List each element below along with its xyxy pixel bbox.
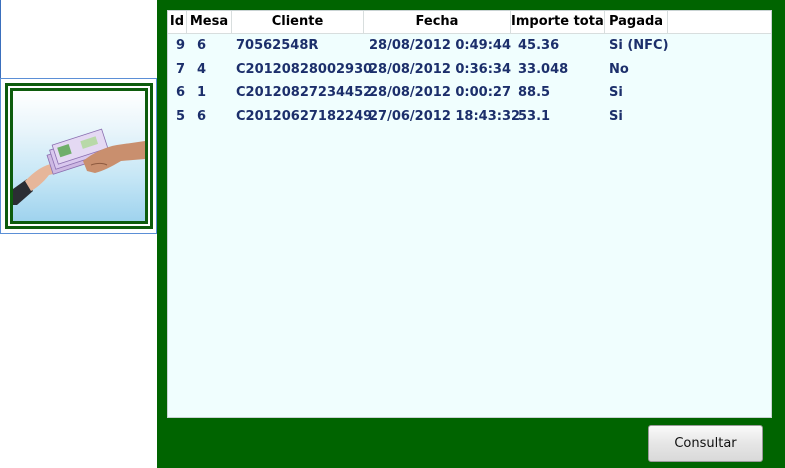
payment-tile-frame: [5, 83, 153, 229]
table-row[interactable]: 7 4 C20120828002930 28/08/2012 0:36:34 3…: [168, 58, 771, 82]
cell-pagada: Si (NFC): [609, 38, 669, 53]
cell-fecha: 28/08/2012 0:36:34: [369, 61, 512, 77]
orders-table[interactable]: Id Mesa Cliente Fecha Importe total Paga…: [167, 10, 772, 418]
money-handover-icon: [13, 91, 145, 221]
cell-fecha: 28/08/2012 0:00:27: [369, 85, 512, 100]
cell-fecha: 27/06/2012 18:43:32: [369, 108, 521, 124]
cell-pagada: No: [609, 61, 629, 77]
cell-cliente: C20120828002930: [236, 61, 373, 77]
orders-panel: Id Mesa Cliente Fecha Importe total Paga…: [157, 0, 785, 468]
cell-cliente: C20120627182249: [236, 108, 373, 124]
cell-id: 9: [176, 38, 186, 53]
cell-importe-total: 88.5: [518, 85, 551, 100]
cell-importe-total: 33.048: [518, 61, 569, 77]
table-row[interactable]: 5 6 C20120627182249 27/06/2012 18:43:32 …: [168, 105, 771, 129]
cell-pagada: Si: [609, 108, 623, 124]
payment-tile[interactable]: [0, 78, 157, 234]
column-header-fecha[interactable]: Fecha: [364, 11, 511, 33]
cell-fecha: 28/08/2012 0:49:44: [369, 38, 512, 53]
column-header-importe-total[interactable]: Importe total: [511, 11, 605, 33]
table-row[interactable]: 9 6 70562548R 28/08/2012 0:49:44 45.36 S…: [168, 34, 771, 58]
money-handover-illustration: [13, 128, 145, 205]
cell-id: 6: [176, 85, 186, 100]
column-header-pagada[interactable]: Pagada: [605, 11, 668, 33]
cell-mesa: 1: [197, 85, 207, 100]
consultar-button[interactable]: Consultar: [648, 425, 763, 462]
column-header-mesa[interactable]: Mesa: [187, 11, 232, 33]
cell-mesa: 4: [197, 61, 207, 77]
left-accent-line: [0, 0, 1, 80]
cell-cliente: C20120827234452: [236, 85, 373, 100]
table-row[interactable]: 6 1 C20120827234452 28/08/2012 0:00:27 8…: [168, 81, 771, 105]
cell-id: 5: [176, 108, 186, 124]
cell-importe-total: 45.36: [518, 38, 560, 53]
column-header-id[interactable]: Id: [168, 11, 187, 33]
cell-id: 7: [176, 61, 186, 77]
cell-mesa: 6: [197, 108, 207, 124]
cell-pagada: Si: [609, 85, 623, 100]
table-header: Id Mesa Cliente Fecha Importe total Paga…: [168, 11, 771, 34]
cell-importe-total: 53.1: [518, 108, 551, 124]
cell-mesa: 6: [197, 38, 207, 53]
column-header-cliente[interactable]: Cliente: [232, 11, 364, 33]
cell-cliente: 70562548R: [236, 38, 319, 53]
